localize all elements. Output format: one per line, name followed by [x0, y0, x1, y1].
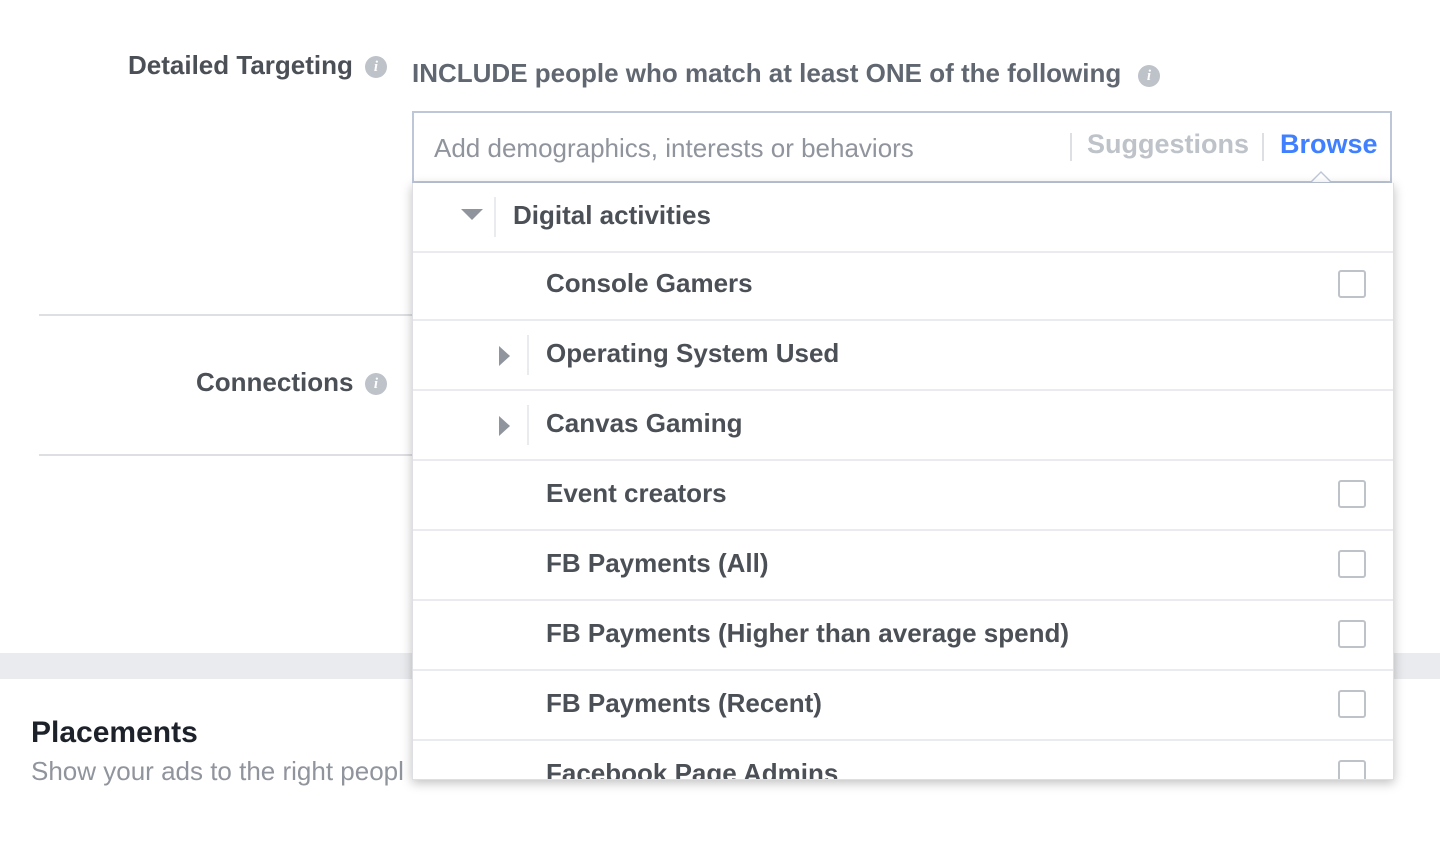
list-item-fb-payments-all[interactable]: FB Payments (All) [413, 531, 1393, 601]
suggestions-tab[interactable]: Suggestions [1087, 129, 1249, 160]
triangle-right-icon[interactable] [499, 346, 510, 366]
list-item-label: Facebook Page Admins [546, 758, 839, 780]
triangle-down-icon[interactable] [461, 209, 483, 220]
list-item-canvas-gaming[interactable]: Canvas Gaming [413, 391, 1393, 461]
list-item-operating-system-used[interactable]: Operating System Used [413, 321, 1393, 391]
facebook-page-admins-checkbox[interactable] [1338, 760, 1366, 779]
row-divider [527, 335, 529, 375]
list-item-label: Canvas Gaming [546, 408, 743, 438]
list-item-label: Operating System Used [546, 338, 840, 368]
list-item-label: FB Payments (All) [546, 548, 769, 578]
console-gamers-checkbox[interactable] [1338, 270, 1366, 298]
list-item-fb-payments-recent[interactable]: FB Payments (Recent) [413, 671, 1393, 741]
include-label: INCLUDE people who match at least ONE of… [412, 58, 1122, 88]
section-divider [39, 454, 419, 456]
tab-separator [1262, 133, 1264, 161]
row-divider [527, 405, 529, 445]
connections-info-icon[interactable]: i [365, 373, 387, 395]
list-item-label: FB Payments (Recent) [546, 688, 822, 718]
list-item-console-gamers[interactable]: Console Gamers [413, 251, 1393, 321]
browse-dropdown: Digital activities Console Gamers Operat… [412, 183, 1394, 780]
tab-separator [1070, 133, 1072, 161]
category-row-digital-activities[interactable]: Digital activities [413, 183, 1393, 253]
section-divider [39, 314, 419, 316]
placements-subtitle: Show your ads to the right peopl [31, 756, 404, 786]
fb-payments-higher-checkbox[interactable] [1338, 620, 1366, 648]
event-creators-checkbox[interactable] [1338, 480, 1366, 508]
list-item-label: Event creators [546, 478, 727, 508]
list-item-label: Console Gamers [546, 268, 753, 298]
list-item-label: FB Payments (Higher than average spend) [546, 618, 1070, 648]
detailed-targeting-label: Detailed Targeting [128, 50, 353, 80]
browse-active-caret-icon [1310, 171, 1332, 182]
list-item-fb-payments-higher[interactable]: FB Payments (Higher than average spend) [413, 601, 1393, 671]
triangle-right-icon[interactable] [499, 416, 510, 436]
include-info-icon[interactable]: i [1138, 65, 1160, 87]
placements-title: Placements [31, 716, 198, 749]
detailed-targeting-search-box: Suggestions Browse [412, 111, 1392, 183]
detailed-targeting-info-icon[interactable]: i [365, 56, 387, 78]
list-item-facebook-page-admins[interactable]: Facebook Page Admins [413, 741, 1393, 780]
fb-payments-all-checkbox[interactable] [1338, 550, 1366, 578]
category-label: Digital activities [513, 200, 711, 230]
fb-payments-recent-checkbox[interactable] [1338, 690, 1366, 718]
connections-label: Connections [196, 367, 354, 397]
row-divider [494, 197, 496, 237]
browse-tab[interactable]: Browse [1280, 129, 1378, 160]
list-item-event-creators[interactable]: Event creators [413, 461, 1393, 531]
detailed-targeting-search-input[interactable] [432, 113, 1056, 183]
